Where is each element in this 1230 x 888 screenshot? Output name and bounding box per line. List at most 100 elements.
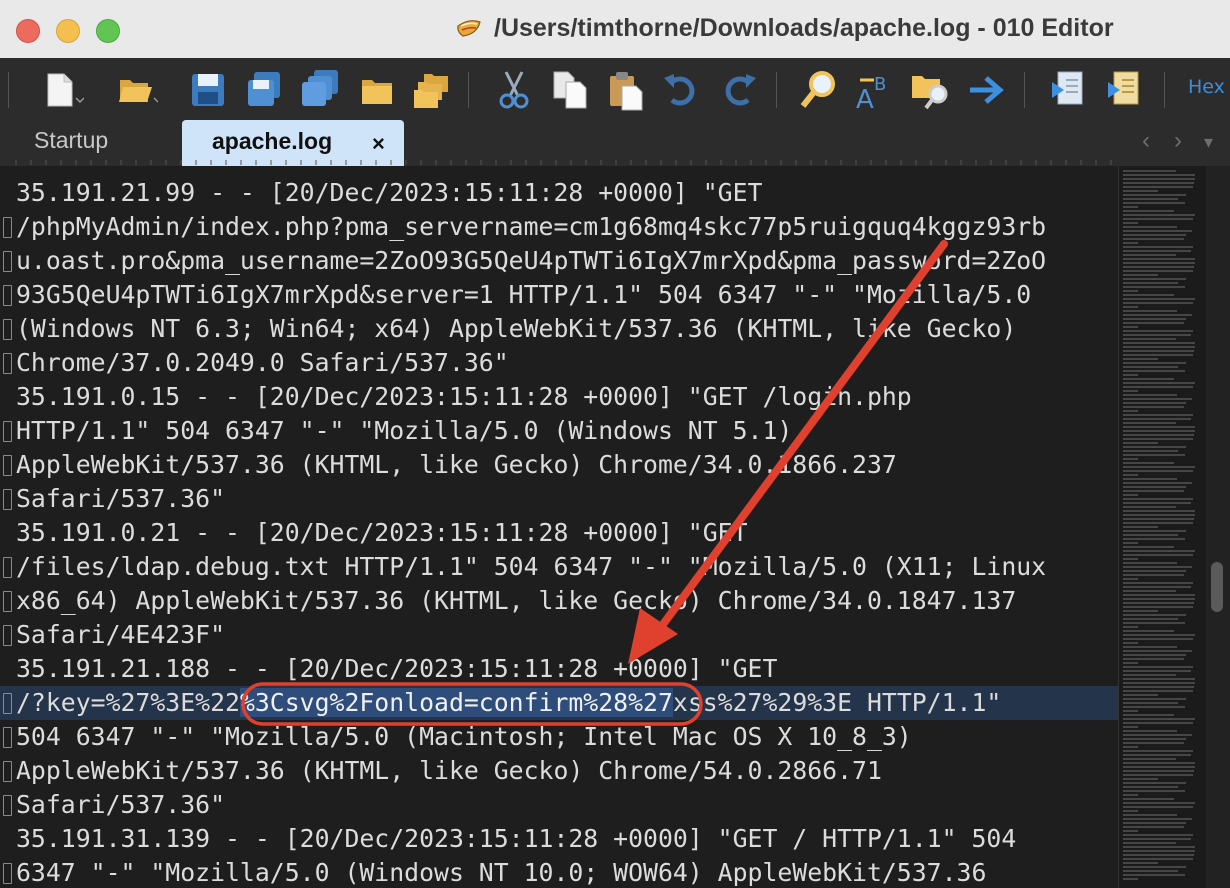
minimap-line: [1123, 282, 1178, 284]
line-text: 35.191.0.21 - - [20/Dec/2023:15:11:28 +0…: [16, 518, 748, 547]
wrap-indicator-icon: [3, 353, 12, 374]
line-text: HTTP/1.1" 504 6347 "-" "Mozilla/5.0 (Win…: [16, 416, 793, 445]
close-window-button[interactable]: [16, 19, 40, 43]
new-file-icon[interactable]: [40, 68, 84, 112]
minimap-line: [1123, 538, 1185, 540]
svg-text:B: B: [874, 74, 886, 95]
tab-list-chevron-down-icon[interactable]: ▾: [1204, 132, 1213, 153]
tab-startup[interactable]: Startup: [34, 127, 108, 154]
goto-icon[interactable]: [964, 68, 1008, 112]
minimap-line: [1123, 266, 1194, 268]
minimap-line: [1123, 718, 1195, 720]
minimap-line: [1123, 650, 1192, 652]
minimap-line: [1123, 390, 1138, 392]
wrap-indicator-icon: [3, 591, 12, 612]
close-tab-icon[interactable]: ×: [372, 131, 385, 157]
find-in-files-icon[interactable]: [908, 68, 952, 112]
minimap-line: [1123, 458, 1138, 460]
text-editor[interactable]: 35.191.21.99 - - [20/Dec/2023:15:11:28 +…: [0, 166, 1118, 888]
tab-scroll-right-icon[interactable]: ›: [1174, 127, 1182, 155]
minimap-line: [1123, 858, 1193, 860]
wrap-indicator-icon: [3, 863, 12, 884]
open-workspace-icon[interactable]: [410, 68, 454, 112]
hex-view-toggle[interactable]: Hex: [1188, 76, 1225, 98]
minimap-line: [1123, 474, 1138, 476]
editor-line: 35.191.21.188 - - [20/Dec/2023:15:11:28 …: [0, 652, 1118, 686]
paste-icon[interactable]: [604, 68, 648, 112]
minimize-window-button[interactable]: [56, 19, 80, 43]
minimap-line: [1123, 838, 1191, 840]
minimap-line: [1123, 878, 1138, 880]
line-text: 35.191.21.188 - - [20/Dec/2023:15:11:28 …: [16, 654, 778, 683]
folder-icon[interactable]: [356, 68, 400, 112]
editor-line-current: /?key=%27%3E%22%3Csvg%2Fonload=confirm%2…: [0, 686, 1118, 720]
run-script-icon[interactable]: [1048, 68, 1092, 112]
minimap-line: [1123, 270, 1193, 272]
editor-line: AppleWebKit/537.36 (KHTML, like Gecko) C…: [0, 448, 1118, 482]
minimap-line: [1123, 298, 1195, 300]
wrap-indicator-icon: [3, 693, 12, 714]
zoom-window-button[interactable]: [96, 19, 120, 43]
save-all-icon[interactable]: [298, 68, 342, 112]
replace-icon[interactable]: A B: [852, 68, 896, 112]
minimap-line: [1123, 218, 1193, 220]
minimap-line: [1123, 274, 1158, 276]
save-as-icon[interactable]: [242, 68, 286, 112]
minimap-line: [1123, 770, 1194, 772]
editor-line: 35.191.0.15 - - [20/Dec/2023:15:11:28 +0…: [0, 380, 1118, 414]
minimap-line: [1123, 466, 1195, 468]
minimap-line: [1123, 598, 1195, 600]
minimap-line: [1123, 306, 1138, 308]
minimap-line: [1123, 434, 1194, 436]
copy-icon[interactable]: [548, 68, 592, 112]
minimap-line: [1123, 446, 1186, 448]
find-icon[interactable]: [798, 68, 842, 112]
minimap-line: [1123, 658, 1184, 660]
scrollbar-thumb[interactable]: [1211, 562, 1223, 612]
window-title: /Users/timthorne/Downloads/apache.log - …: [494, 14, 1114, 42]
editor-line: Safari/4E423F": [0, 618, 1118, 652]
minimap-line: [1123, 358, 1158, 360]
minimap-line: [1123, 470, 1193, 472]
minimap-line: [1123, 722, 1193, 724]
toolbar-separator: [1024, 72, 1025, 108]
minimap-line: [1123, 526, 1158, 528]
run-template-icon[interactable]: [1104, 68, 1148, 112]
minimap-line: [1123, 510, 1195, 512]
vertical-scrollbar[interactable]: [1206, 166, 1230, 888]
minimap-line: [1123, 178, 1195, 180]
minimap-line: [1123, 810, 1138, 812]
save-icon[interactable]: [186, 68, 230, 112]
minimap-line: [1123, 258, 1195, 260]
minimap-line: [1123, 522, 1193, 524]
editor-line: x86_64) AppleWebKit/537.36 (KHTML, like …: [0, 584, 1118, 618]
editor-line: AppleWebKit/537.36 (KHTML, like Gecko) C…: [0, 754, 1118, 788]
minimap-line: [1123, 590, 1176, 592]
minimap-line: [1123, 546, 1174, 548]
minimap-line: [1123, 374, 1138, 376]
editor-line: u.oast.pro&pma_username=2ZoO93G5QeU4pTWT…: [0, 244, 1118, 278]
selected-text[interactable]: %3Csvg%2Fonload=confirm%28%27: [239, 688, 673, 717]
editor-line: 6347 "-" "Mozilla/5.0 (Windows NT 10.0; …: [0, 856, 1118, 888]
minimap-line: [1123, 758, 1176, 760]
minimap-line: [1123, 738, 1186, 740]
minimap-line: [1123, 842, 1176, 844]
undo-icon[interactable]: [660, 68, 704, 112]
minimap-line: [1123, 814, 1177, 816]
redo-icon[interactable]: [716, 68, 760, 112]
line-text: Safari/537.36": [16, 790, 226, 819]
minimap-line: [1123, 654, 1186, 656]
minimap-line: [1123, 514, 1195, 516]
line-text: Safari/537.36": [16, 484, 226, 513]
open-folder-icon[interactable]: [114, 68, 158, 112]
minimap-line: [1123, 482, 1192, 484]
minimap-line: [1123, 830, 1138, 832]
line-text: Chrome/37.0.2049.0 Safari/537.36": [16, 348, 509, 377]
cut-icon[interactable]: [492, 68, 536, 112]
minimap[interactable]: [1118, 166, 1207, 888]
minimap-line: [1123, 794, 1138, 796]
minimap-line: [1123, 394, 1177, 396]
minimap-line: [1123, 558, 1138, 560]
editor-line: (Windows NT 6.3; Win64; x64) AppleWebKit…: [0, 312, 1118, 346]
tab-scroll-left-icon[interactable]: ‹: [1142, 127, 1150, 155]
